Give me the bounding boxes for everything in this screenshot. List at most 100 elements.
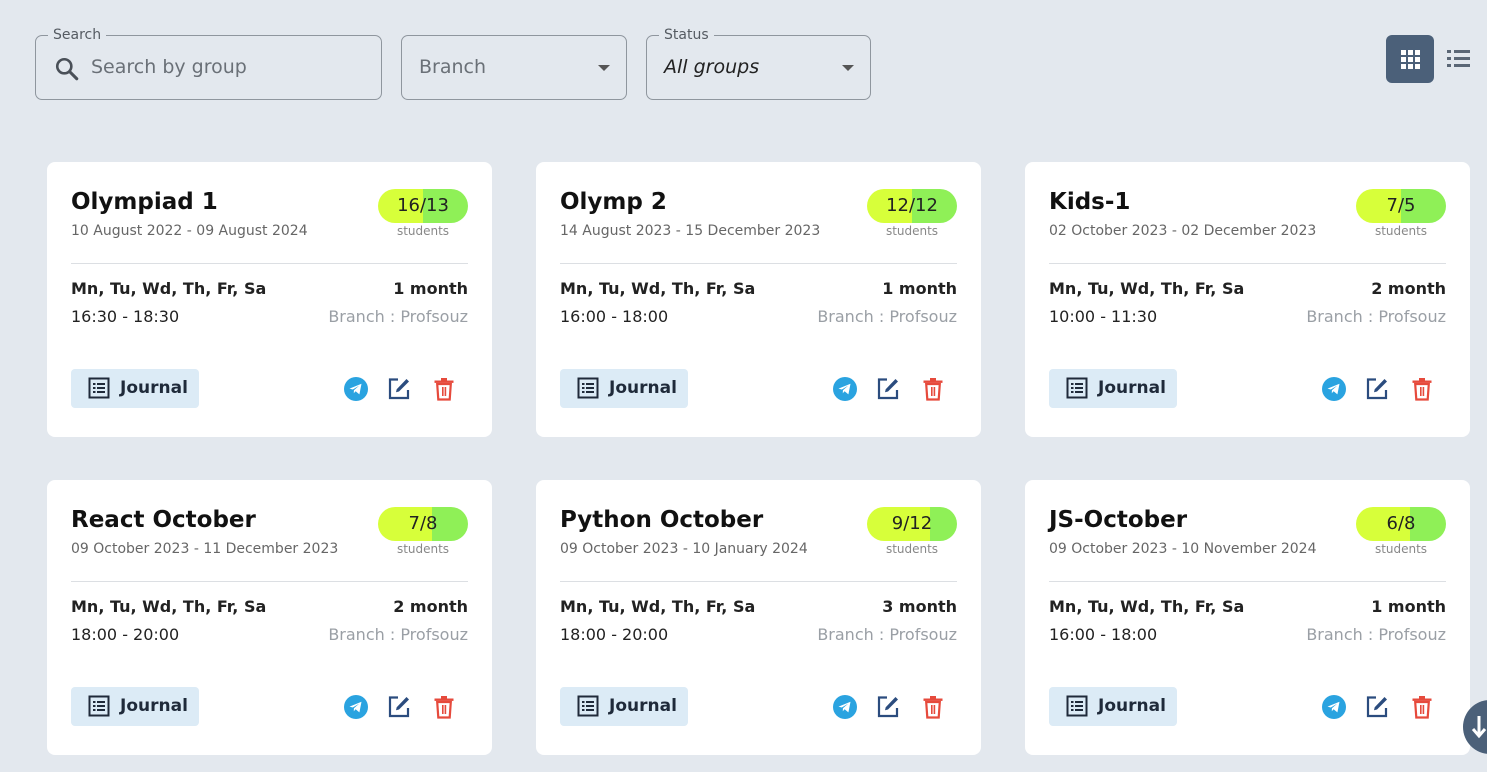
group-duration: 2 month: [393, 597, 468, 616]
list-view-button[interactable]: [1436, 35, 1480, 83]
edit-icon[interactable]: [386, 694, 412, 720]
students-caption: students: [885, 224, 939, 238]
journal-label: Journal: [609, 378, 677, 398]
branch-select[interactable]: Branch: [401, 35, 627, 100]
journal-icon: [577, 377, 599, 403]
students-caption: students: [885, 542, 939, 556]
telegram-icon[interactable]: [832, 376, 858, 402]
grid-view-button[interactable]: [1386, 35, 1434, 83]
journal-label: Journal: [1098, 378, 1166, 398]
group-title: Kids-1: [1049, 189, 1131, 215]
students-caption: students: [396, 224, 450, 238]
journal-icon: [577, 695, 599, 721]
group-duration: 3 month: [882, 597, 957, 616]
students-badge: 6/8: [1356, 507, 1446, 541]
edit-icon[interactable]: [1364, 376, 1390, 402]
journal-icon: [1066, 695, 1088, 721]
group-dates: 09 October 2023 - 10 November 2024: [1049, 541, 1317, 557]
divider: [560, 581, 957, 582]
group-dates: 09 October 2023 - 11 December 2023: [71, 541, 339, 557]
group-card: Kids-1 02 October 2023 - 02 December 202…: [1025, 162, 1470, 437]
group-dates: 10 August 2022 - 09 August 2024: [71, 223, 308, 239]
divider: [560, 263, 957, 264]
journal-button[interactable]: Journal: [560, 687, 688, 726]
status-select[interactable]: Status All groups: [646, 26, 871, 100]
group-branch: Branch : Profsouz: [817, 625, 957, 644]
group-branch: Branch : Profsouz: [1306, 307, 1446, 326]
divider: [1049, 263, 1446, 264]
scroll-down-button[interactable]: [1463, 700, 1487, 754]
chevron-down-icon: [598, 65, 610, 71]
status-select-value: All groups: [664, 56, 760, 78]
students-caption: students: [396, 542, 450, 556]
journal-icon: [88, 695, 110, 721]
search-field[interactable]: Search Search by group: [35, 26, 382, 100]
journal-button[interactable]: Journal: [1049, 369, 1177, 408]
group-branch: Branch : Profsouz: [817, 307, 957, 326]
journal-button[interactable]: Journal: [1049, 687, 1177, 726]
telegram-icon[interactable]: [343, 376, 369, 402]
delete-icon[interactable]: [1409, 376, 1435, 402]
students-caption: students: [1374, 224, 1428, 238]
journal-button[interactable]: Journal: [71, 369, 199, 408]
edit-icon[interactable]: [386, 376, 412, 402]
journal-icon: [88, 377, 110, 403]
delete-icon[interactable]: [431, 376, 457, 402]
edit-icon[interactable]: [875, 694, 901, 720]
group-time: 18:00 - 20:00: [560, 625, 669, 644]
group-duration: 1 month: [1371, 597, 1446, 616]
telegram-icon[interactable]: [343, 694, 369, 720]
arrow-down-icon: [1471, 716, 1487, 739]
journal-label: Journal: [609, 696, 677, 716]
edit-icon[interactable]: [1364, 694, 1390, 720]
group-title: Python October: [560, 507, 764, 533]
list-icon: [1447, 50, 1470, 67]
delete-icon[interactable]: [920, 376, 946, 402]
delete-icon[interactable]: [1409, 694, 1435, 720]
search-icon: [54, 56, 80, 86]
delete-icon[interactable]: [920, 694, 946, 720]
group-days: Mn, Tu, Wd, Th, Fr, Sa: [560, 597, 756, 616]
divider: [71, 581, 468, 582]
group-card: Python October 09 October 2023 - 10 Janu…: [536, 480, 981, 755]
group-title: Olymp 2: [560, 189, 667, 215]
group-card: JS-October 09 October 2023 - 10 November…: [1025, 480, 1470, 755]
branch-select-value: Branch: [419, 56, 487, 78]
telegram-icon[interactable]: [832, 694, 858, 720]
group-duration: 1 month: [393, 279, 468, 298]
group-title: JS-October: [1049, 507, 1188, 533]
divider: [71, 263, 468, 264]
group-days: Mn, Tu, Wd, Th, Fr, Sa: [1049, 279, 1245, 298]
group-dates: 14 August 2023 - 15 December 2023: [560, 223, 821, 239]
search-input[interactable]: Search by group: [91, 36, 247, 99]
edit-icon[interactable]: [875, 376, 901, 402]
journal-button[interactable]: Journal: [560, 369, 688, 408]
journal-button[interactable]: Journal: [71, 687, 199, 726]
group-days: Mn, Tu, Wd, Th, Fr, Sa: [1049, 597, 1245, 616]
group-time: 16:30 - 18:30: [71, 307, 180, 326]
delete-icon[interactable]: [431, 694, 457, 720]
students-badge: 7/8: [378, 507, 468, 541]
group-time: 16:00 - 18:00: [560, 307, 669, 326]
group-time: 18:00 - 20:00: [71, 625, 180, 644]
group-time: 16:00 - 18:00: [1049, 625, 1158, 644]
telegram-icon[interactable]: [1321, 694, 1347, 720]
group-branch: Branch : Profsouz: [328, 625, 468, 644]
students-badge: 9/12: [867, 507, 957, 541]
journal-icon: [1066, 377, 1088, 403]
group-title: React October: [71, 507, 256, 533]
group-dates: 02 October 2023 - 02 December 2023: [1049, 223, 1317, 239]
journal-label: Journal: [120, 378, 188, 398]
students-badge: 7/5: [1356, 189, 1446, 223]
telegram-icon[interactable]: [1321, 376, 1347, 402]
group-card: React October 09 October 2023 - 11 Decem…: [47, 480, 492, 755]
group-branch: Branch : Profsouz: [328, 307, 468, 326]
divider: [1049, 581, 1446, 582]
group-duration: 2 month: [1371, 279, 1446, 298]
group-days: Mn, Tu, Wd, Th, Fr, Sa: [71, 597, 267, 616]
group-dates: 09 October 2023 - 10 January 2024: [560, 541, 808, 557]
grid-icon: [1401, 50, 1420, 69]
group-title: Olympiad 1: [71, 189, 218, 215]
group-days: Mn, Tu, Wd, Th, Fr, Sa: [560, 279, 756, 298]
group-days: Mn, Tu, Wd, Th, Fr, Sa: [71, 279, 267, 298]
